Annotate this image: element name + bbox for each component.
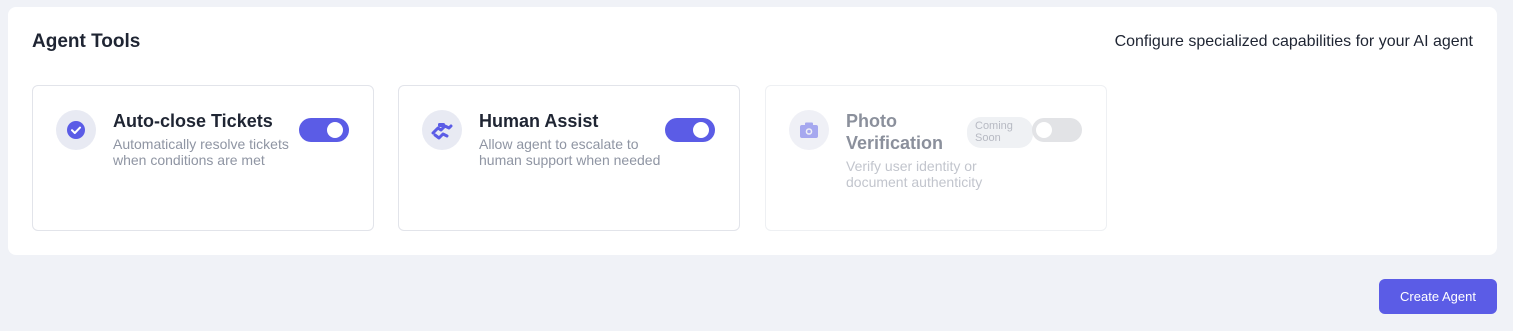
auto-close-toggle[interactable] (299, 118, 349, 142)
camera-icon (789, 110, 829, 150)
tool-card-human-assist: Human Assist Allow agent to escalate to … (398, 85, 740, 231)
human-assist-toggle[interactable] (665, 118, 715, 142)
tool-description: Verify user identity or document authent… (846, 158, 983, 190)
section-subtitle: Configure specialized capabilities for y… (1114, 33, 1473, 50)
tool-title: Human Assist (479, 111, 599, 131)
tool-title: Auto-close Tickets (113, 111, 273, 131)
handshake-icon (422, 110, 462, 150)
toggle-knob (327, 122, 343, 138)
create-agent-button[interactable]: Create Agent (1379, 279, 1497, 314)
check-circle-icon (56, 110, 96, 150)
photo-verification-toggle (1032, 118, 1082, 142)
tool-title: Photo Verification (846, 111, 944, 153)
tool-description: Allow agent to escalate to human support… (479, 136, 661, 168)
tool-card-photo-verification: Photo Verification Coming Soon Verify us… (765, 85, 1107, 231)
toggle-knob (693, 122, 709, 138)
agent-tools-panel: Agent Tools Configure specialized capabi… (8, 7, 1497, 255)
coming-soon-badge: Coming Soon (967, 117, 1033, 148)
toggle-knob (1036, 122, 1052, 138)
tool-description: Automatically resolve tickets when condi… (113, 136, 289, 168)
tool-card-auto-close: Auto-close Tickets Automatically resolve… (32, 85, 374, 231)
section-title: Agent Tools (32, 31, 141, 52)
